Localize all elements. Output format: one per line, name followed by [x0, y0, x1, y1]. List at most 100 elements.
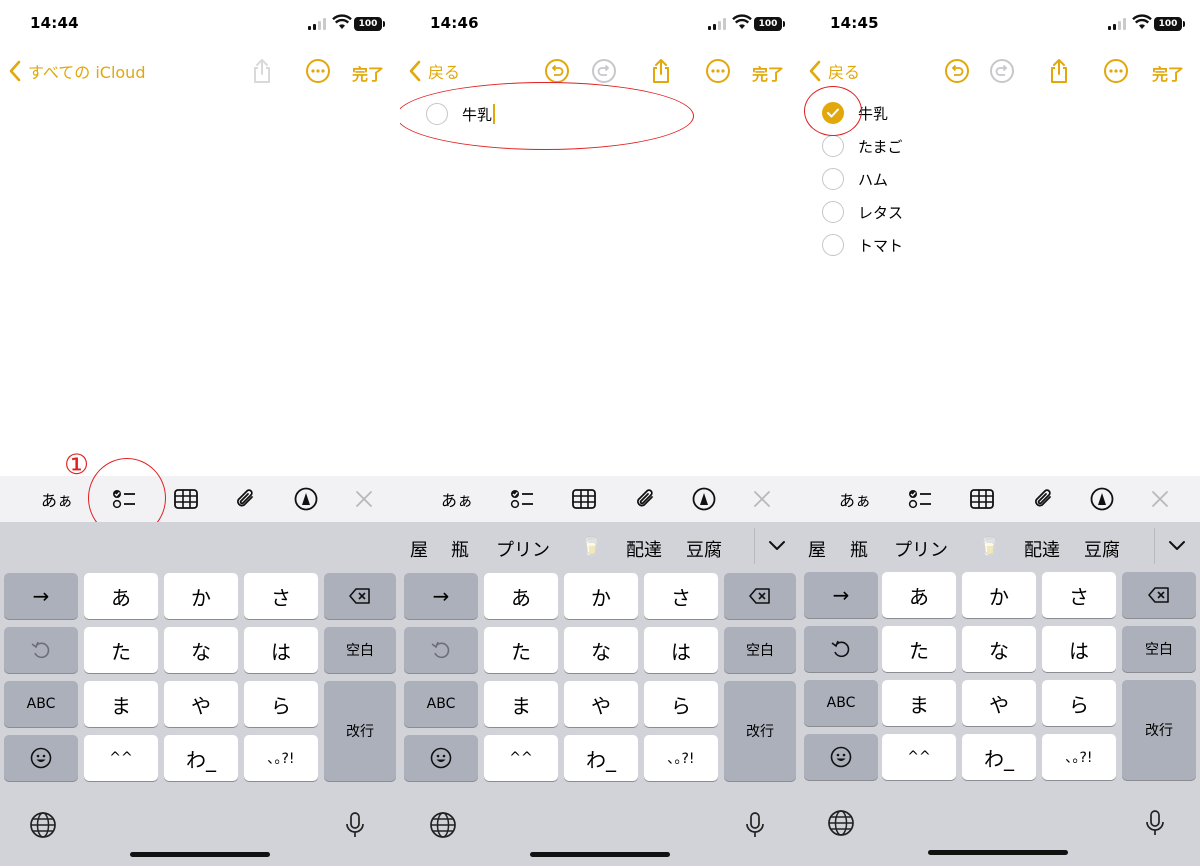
share-icon[interactable] [1045, 57, 1073, 85]
done-button[interactable]: 完了 [352, 61, 384, 85]
checkbox-unchecked[interactable] [822, 135, 844, 157]
done-button[interactable]: 完了 [752, 61, 784, 85]
key-space[interactable]: 空白 [1122, 626, 1196, 672]
key-enter[interactable]: 改行 [324, 681, 396, 781]
key-delete[interactable] [724, 573, 796, 619]
key-kaomoji[interactable]: ^^ [484, 735, 558, 781]
key-enter[interactable]: 改行 [724, 681, 796, 781]
redo-icon[interactable] [988, 57, 1016, 85]
key-kaomoji[interactable]: ^^ [84, 735, 158, 781]
redo-icon[interactable] [590, 57, 618, 85]
markup-icon[interactable] [1086, 476, 1118, 522]
key-ma[interactable]: ま [484, 681, 558, 727]
close-icon[interactable] [348, 476, 380, 522]
markup-icon[interactable] [688, 476, 720, 522]
key-wa[interactable]: わ_ [564, 735, 638, 781]
candidate-word[interactable]: 屋 [410, 536, 428, 562]
key-ha[interactable]: は [1042, 626, 1116, 672]
table-icon[interactable] [568, 476, 600, 522]
candidate-word[interactable]: プリン [496, 536, 550, 562]
key-enter[interactable]: 改行 [1122, 680, 1196, 780]
more-icon[interactable] [1102, 57, 1130, 85]
key-emoji[interactable] [404, 735, 478, 781]
close-icon[interactable] [746, 476, 778, 522]
key-ya[interactable]: や [962, 680, 1036, 726]
share-icon[interactable] [647, 57, 675, 85]
checklist-item[interactable]: レタス [822, 197, 903, 227]
key-sa[interactable]: さ [1042, 572, 1116, 618]
key-ya[interactable]: や [564, 681, 638, 727]
key-punctuation[interactable]: ､｡?! [644, 735, 718, 781]
key-arrow[interactable]: → [404, 573, 478, 619]
candidate-word[interactable]: 屋 [808, 536, 826, 562]
checkbox-unchecked[interactable] [822, 201, 844, 223]
key-a[interactable]: あ [84, 573, 158, 619]
candidate-word[interactable]: 豆腐 [1084, 536, 1120, 562]
checklist-icon[interactable] [506, 476, 538, 522]
key-space[interactable]: 空白 [724, 627, 796, 673]
key-abc[interactable]: ABC [4, 681, 78, 727]
candidate-word[interactable]: 豆腐 [686, 536, 722, 562]
key-na[interactable]: な [564, 627, 638, 673]
key-ya[interactable]: や [164, 681, 238, 727]
checkbox-unchecked[interactable] [822, 234, 844, 256]
key-ka[interactable]: か [962, 572, 1036, 618]
undo-icon[interactable] [943, 57, 971, 85]
checklist-item[interactable]: ハム [822, 164, 888, 194]
candidate-word[interactable]: 🥛 [580, 536, 602, 557]
key-delete[interactable] [324, 573, 396, 619]
markup-icon[interactable] [290, 476, 322, 522]
key-ha[interactable]: は [644, 627, 718, 673]
key-undo[interactable] [4, 627, 78, 673]
key-sa[interactable]: さ [644, 573, 718, 619]
checkbox-unchecked[interactable] [822, 168, 844, 190]
globe-icon[interactable] [826, 808, 856, 838]
candidate-word[interactable]: 配達 [1024, 536, 1060, 562]
candidate-word[interactable]: 瓶 [451, 536, 469, 562]
key-delete[interactable] [1122, 572, 1196, 618]
text-style-button[interactable]: あぁ [832, 476, 878, 522]
key-emoji[interactable] [804, 734, 878, 780]
candidate-word[interactable]: 瓶 [850, 536, 868, 562]
checklist-icon[interactable] [904, 476, 936, 522]
key-wa[interactable]: わ_ [962, 734, 1036, 780]
key-arrow[interactable]: → [804, 572, 878, 618]
globe-icon[interactable] [428, 810, 458, 840]
key-ka[interactable]: か [564, 573, 638, 619]
key-sa[interactable]: さ [244, 573, 318, 619]
key-arrow[interactable]: → [4, 573, 78, 619]
key-abc[interactable]: ABC [804, 680, 878, 726]
table-icon[interactable] [170, 476, 202, 522]
key-na[interactable]: な [962, 626, 1036, 672]
key-ra[interactable]: ら [244, 681, 318, 727]
key-undo[interactable] [804, 626, 878, 672]
back-button[interactable]: すべての iCloud [8, 58, 145, 84]
microphone-icon[interactable] [1140, 808, 1170, 838]
key-na[interactable]: な [164, 627, 238, 673]
chevron-down-icon[interactable] [766, 534, 788, 556]
key-abc[interactable]: ABC [404, 681, 478, 727]
undo-icon[interactable] [543, 57, 571, 85]
attachment-icon[interactable] [1028, 476, 1060, 522]
more-icon[interactable] [704, 57, 732, 85]
microphone-icon[interactable] [740, 810, 770, 840]
close-icon[interactable] [1144, 476, 1176, 522]
more-icon[interactable] [304, 57, 332, 85]
text-style-button[interactable]: あぁ [34, 476, 80, 522]
key-wa[interactable]: わ_ [164, 735, 238, 781]
key-undo[interactable] [404, 627, 478, 673]
checklist-item[interactable]: トマト [822, 230, 903, 260]
share-icon[interactable] [248, 57, 276, 85]
candidate-word[interactable]: 配達 [626, 536, 662, 562]
key-kaomoji[interactable]: ^^ [882, 734, 956, 780]
key-ka[interactable]: か [164, 573, 238, 619]
key-ha[interactable]: は [244, 627, 318, 673]
attachment-icon[interactable] [630, 476, 662, 522]
key-ta[interactable]: た [882, 626, 956, 672]
microphone-icon[interactable] [340, 810, 370, 840]
key-space[interactable]: 空白 [324, 627, 396, 673]
key-punctuation[interactable]: ､｡?! [1042, 734, 1116, 780]
globe-icon[interactable] [28, 810, 58, 840]
key-ta[interactable]: た [484, 627, 558, 673]
chevron-down-icon[interactable] [1166, 534, 1188, 556]
